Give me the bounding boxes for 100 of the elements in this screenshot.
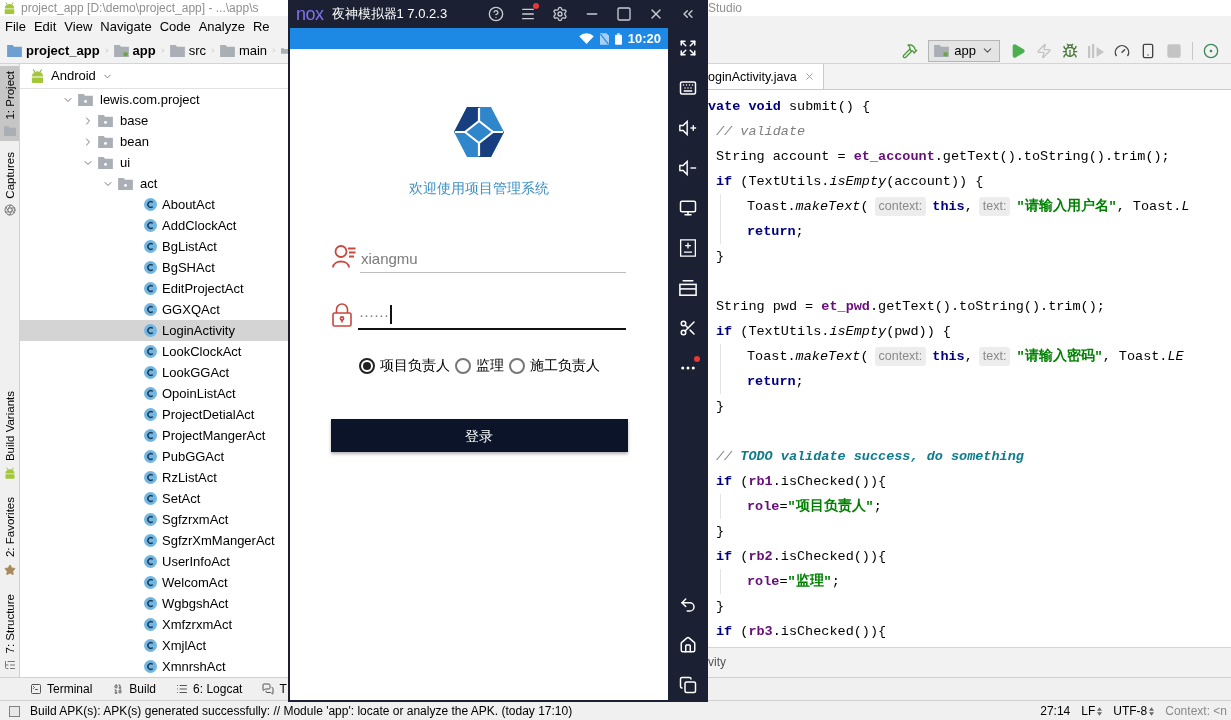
radio-option[interactable]: 施工负责人 [508, 357, 600, 375]
expand-icon[interactable] [679, 39, 697, 57]
gauge-icon[interactable] [1114, 42, 1130, 59]
class-icon [144, 660, 157, 673]
class-icon [144, 639, 157, 652]
folder-icon [219, 44, 235, 57]
menu-item[interactable]: Navigate [100, 19, 152, 35]
class-icon [144, 198, 157, 211]
breadcrumb[interactable]: vity [708, 655, 726, 670]
menu-item[interactable]: File [5, 19, 26, 35]
tool-window-button[interactable]: 6: Logcat [176, 681, 243, 697]
tree-item[interactable]: GGXQAct [20, 299, 288, 320]
tool-window-tab[interactable]: 2: Favorites [0, 492, 19, 581]
tree-item[interactable]: base [20, 110, 288, 131]
class-icon [144, 492, 157, 505]
tree-item[interactable]: XmjlAct [20, 635, 288, 656]
menu-icon[interactable] [520, 6, 536, 22]
help-icon[interactable] [488, 6, 504, 22]
tree-item[interactable]: SetAct [20, 488, 288, 509]
editor-tab[interactable]: oginActivity.java [708, 64, 824, 89]
tree-item[interactable]: RzListAct [20, 467, 288, 488]
keyboard-icon[interactable] [679, 79, 697, 97]
view-dropdown[interactable]: Android [30, 68, 113, 84]
tool-window-tab[interactable]: Build Variants [0, 386, 19, 485]
code-line: vate void submit() { [708, 99, 871, 114]
code-line: if (TextUtils.isEmpty(account)) { [716, 174, 984, 189]
tool-window-tab[interactable]: 7: Structure [0, 588, 19, 676]
tree-item[interactable]: UserInfoAct [20, 551, 288, 572]
tree-item[interactable]: bean [20, 131, 288, 152]
breadcrumb[interactable]: project_app [7, 42, 100, 59]
tree-item[interactable]: BgSHAct [20, 257, 288, 278]
tree-item[interactable]: LookGGAct [20, 362, 288, 383]
person-icon [332, 244, 356, 268]
tree-item[interactable]: EditProjectAct [20, 278, 288, 299]
window-title: 夜神模拟器1 7.0.2.3 [331, 6, 448, 22]
speaker-minus-icon[interactable] [679, 159, 697, 177]
tree-item[interactable]: XmfzrxmAct [20, 614, 288, 635]
breadcrumb[interactable]: app [113, 42, 156, 59]
bug-icon[interactable] [1062, 42, 1078, 59]
login-button[interactable]: 登录 [330, 419, 628, 452]
cursor-position[interactable]: 27:14 [1040, 704, 1071, 718]
class-icon [144, 576, 157, 589]
tree-item[interactable]: act [20, 173, 288, 194]
square-icon[interactable] [9, 706, 20, 717]
input-field[interactable]: ······ [358, 300, 626, 330]
tree-item[interactable]: AboutAct [20, 194, 288, 215]
circle-dot-icon[interactable] [1203, 42, 1219, 59]
tool-window-tab[interactable]: Captures [0, 146, 19, 222]
no-sim-icon [599, 32, 609, 45]
updown-icon [1149, 706, 1155, 716]
tree-item[interactable]: LoginActivity [20, 320, 288, 341]
scissors-icon[interactable] [679, 319, 697, 337]
tree-item[interactable]: AddClockAct [20, 215, 288, 236]
code-line: } [716, 599, 725, 614]
tool-window-button[interactable]: Build [112, 681, 157, 697]
tree-item[interactable]: WelcomAct [20, 572, 288, 593]
tree-item[interactable]: ProjectMangerAct [20, 425, 288, 446]
menu-item[interactable]: View [64, 19, 93, 35]
tree-item[interactable]: ui [20, 152, 288, 173]
breadcrumb[interactable]: src [169, 42, 206, 59]
radio-option[interactable]: 项目负责人 [358, 357, 450, 375]
menu-item[interactable]: Edit [33, 19, 57, 35]
tool-window-tab[interactable]: 1: Project [0, 66, 19, 141]
tree-item[interactable]: SgfzrxmAct [20, 509, 288, 530]
tree-item[interactable]: lewis.com.project [20, 89, 288, 110]
line-separator-dropdown[interactable]: LF [1081, 704, 1103, 718]
file-plus-icon[interactable] [679, 239, 697, 257]
tree-item[interactable]: ProjectDetialAct [20, 404, 288, 425]
input-field[interactable]: xiangmu [360, 243, 626, 273]
tree-item[interactable]: SgfzrXmMangerAct [20, 530, 288, 551]
stack-icon[interactable] [679, 279, 697, 297]
android-icon [3, 2, 16, 14]
code-line: role="监理"; [747, 574, 840, 589]
tree-item[interactable]: XmnrshAct [20, 656, 288, 677]
menu-item[interactable]: Analyze [198, 19, 245, 35]
back-arrow-icon[interactable] [679, 596, 697, 614]
hammer-icon[interactable] [902, 42, 919, 59]
settings-icon[interactable] [552, 6, 568, 22]
tree-item[interactable]: OpoinListAct [20, 383, 288, 404]
tree-item[interactable]: BgListAct [20, 236, 288, 257]
monitor-icon[interactable] [679, 199, 697, 217]
code-line: return; [747, 374, 804, 389]
menu-item[interactable]: Re [252, 19, 270, 35]
breadcrumb[interactable]: main [219, 42, 268, 59]
battery-icon [614, 32, 622, 45]
recents-icon[interactable] [679, 676, 697, 694]
maximize-icon[interactable] [616, 6, 632, 22]
code-text: "请输入用户名", Toast.L [1016, 197, 1190, 216]
phone-icon[interactable] [1140, 42, 1156, 59]
menu-item[interactable]: Code [159, 19, 191, 35]
tree-item[interactable]: LookClockAct [20, 341, 288, 362]
tool-window-button[interactable]: T [262, 681, 287, 697]
encoding-dropdown[interactable]: UTF-8 [1113, 704, 1155, 718]
tool-window-button[interactable]: Terminal [30, 681, 93, 697]
speaker-plus-icon[interactable] [679, 119, 697, 137]
radio-option[interactable]: 监理 [454, 357, 504, 375]
tree-item[interactable]: WgbgshAct [20, 593, 288, 614]
tree-item[interactable]: PubGGAct [20, 446, 288, 467]
run-config-dropdown[interactable]: app [928, 39, 1000, 62]
home-icon[interactable] [679, 636, 697, 654]
